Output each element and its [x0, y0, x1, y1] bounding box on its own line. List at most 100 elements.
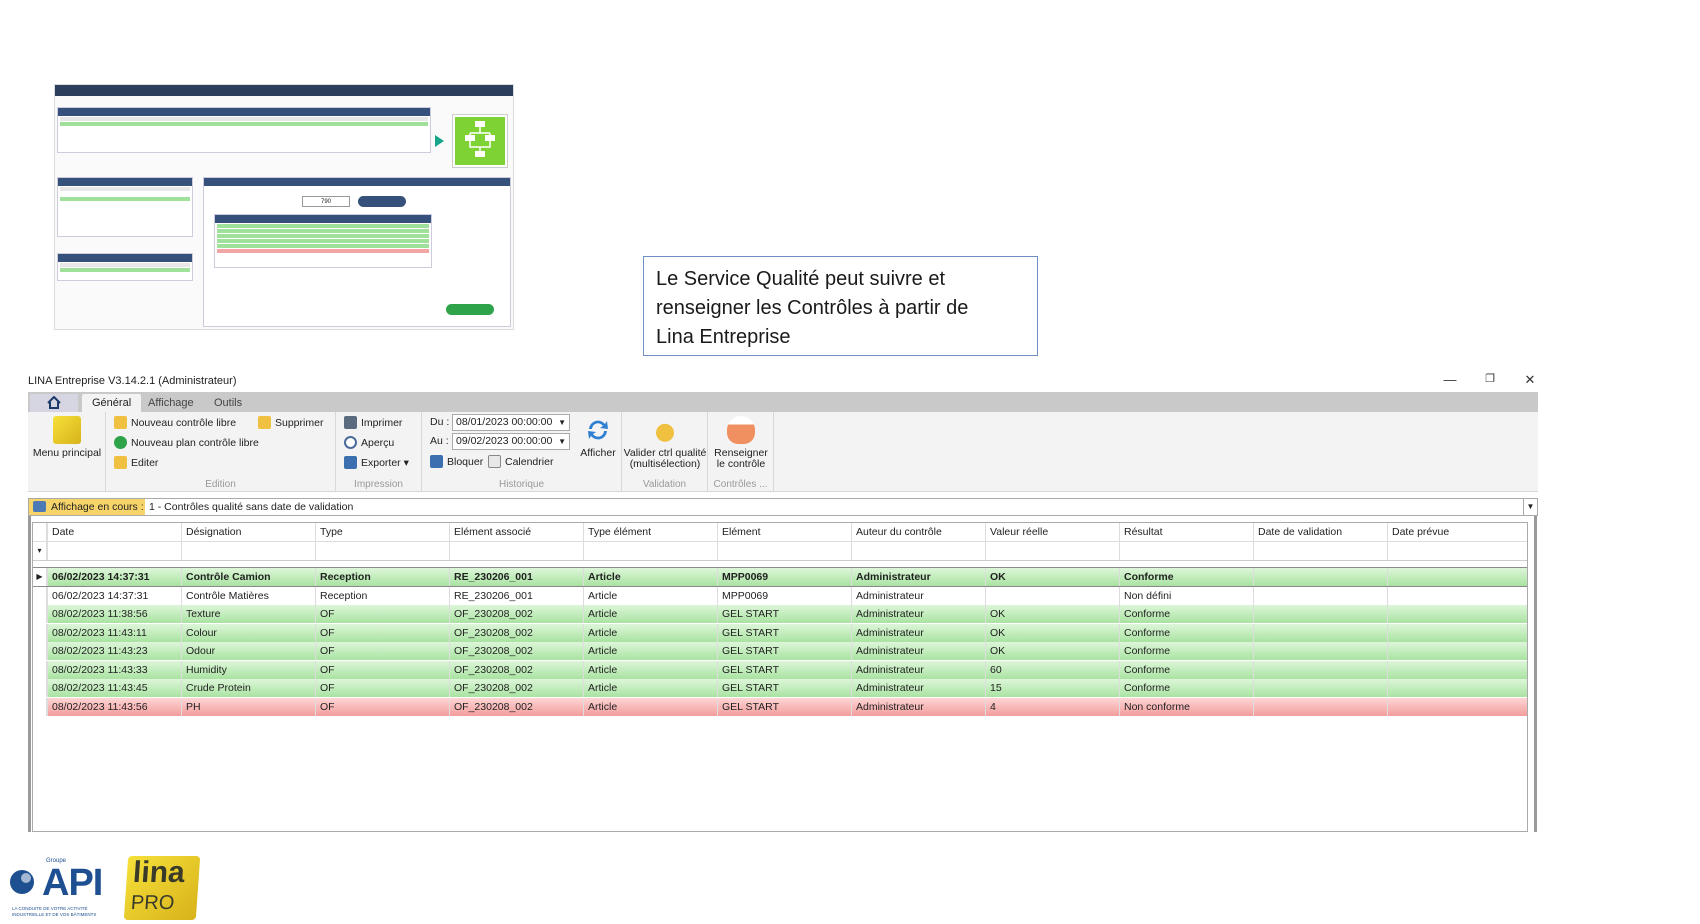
filter-cell[interactable]: [181, 542, 315, 560]
menu-principal-button[interactable]: Menu principal: [32, 416, 102, 459]
row-indicator[interactable]: [33, 605, 47, 623]
column-header[interactable]: Valeur réelle: [985, 523, 1119, 541]
table-row[interactable]: 06/02/2023 14:37:31 Contrôle Matières Rece…: [33, 586, 1527, 605]
row-indicator[interactable]: [33, 679, 47, 697]
table-cell: PH: [181, 697, 315, 716]
tab-general[interactable]: Général: [82, 394, 142, 412]
restore-button[interactable]: ❐: [1480, 372, 1500, 385]
printer-icon: [344, 416, 357, 429]
row-indicator[interactable]: [33, 660, 47, 679]
editer-button[interactable]: Editer: [114, 456, 158, 469]
filter-icon: ▾: [33, 542, 47, 560]
thumb-quantity-field: 790: [302, 196, 350, 207]
date-to-picker[interactable]: 09/02/2023 00:00:00 ▼: [452, 433, 570, 450]
tab-outils[interactable]: Outils: [204, 394, 252, 412]
tab-home[interactable]: [30, 394, 78, 412]
table-cell: 08/02/2023 11:38:56: [47, 605, 181, 623]
filter-cell[interactable]: [449, 542, 583, 560]
table-cell: Conforme: [1119, 679, 1253, 697]
column-header[interactable]: Date: [47, 523, 181, 541]
close-button[interactable]: ✕: [1520, 372, 1540, 388]
table-cell: GEL START: [717, 605, 851, 623]
table-cell: Reception: [315, 586, 449, 605]
grid-filter-row[interactable]: ▾: [33, 542, 1527, 561]
window-controls: — ❐ ✕: [1440, 372, 1540, 388]
table-cell: 4: [985, 697, 1119, 716]
valider-ctrl-qualite-button[interactable]: Valider ctrl qualité (multisélection): [622, 416, 708, 470]
table-cell: Administrateur: [851, 605, 985, 623]
column-header[interactable]: Type élément: [583, 523, 717, 541]
calendrier-button[interactable]: Calendrier: [488, 455, 553, 468]
du-label: Du :: [430, 416, 450, 428]
table-cell: Contrôle Camion: [181, 568, 315, 586]
table-cell: OF_230208_002: [449, 623, 583, 642]
row-selected-icon[interactable]: ▶: [33, 568, 47, 586]
bloquer-button[interactable]: Bloquer: [430, 455, 483, 468]
table-row[interactable]: 08/02/2023 11:43:45 Crude Protein OF OF_230…: [33, 679, 1527, 697]
filter-cell[interactable]: [47, 542, 181, 560]
table-cell: [1253, 679, 1387, 697]
table-cell: Odour: [181, 642, 315, 660]
table-cell: OF_230208_002: [449, 697, 583, 716]
nouveau-controle-libre-button[interactable]: Nouveau contrôle libre: [114, 416, 236, 429]
afficher-button[interactable]: Afficher: [576, 416, 620, 459]
date-from-picker[interactable]: 08/01/2023 00:00:00 ▼: [452, 414, 570, 431]
table-row[interactable]: 08/02/2023 11:38:56 Texture OF OF_230208_00…: [33, 605, 1527, 623]
table-cell: 06/02/2023 14:37:31: [47, 568, 181, 586]
display-selector[interactable]: Affichage en cours : 1 - Contrôles quali…: [28, 498, 1538, 516]
column-header[interactable]: Désignation: [181, 523, 315, 541]
column-header[interactable]: Elément associé: [449, 523, 583, 541]
thumb-fin-button: [446, 304, 494, 315]
table-cell: Administrateur: [851, 697, 985, 716]
group-controles: Renseigner le contrôle Contrôles ...: [708, 412, 774, 492]
table-cell: Texture: [181, 605, 315, 623]
column-header[interactable]: Elément: [717, 523, 851, 541]
row-indicator[interactable]: [33, 642, 47, 660]
table-row[interactable]: 08/02/2023 11:43:33 Humidity OF OF_230208_0…: [33, 660, 1527, 679]
table-cell: MPP0069: [717, 586, 851, 605]
filter-cell[interactable]: [315, 542, 449, 560]
tab-affichage[interactable]: Affichage: [138, 394, 204, 412]
column-header[interactable]: Date de validation: [1253, 523, 1387, 541]
apercu-button[interactable]: Aperçu: [344, 436, 394, 449]
table-row[interactable]: 08/02/2023 11:43:56 PH OF OF_230208_002 Arti…: [33, 697, 1527, 716]
imprimer-button[interactable]: Imprimer: [344, 416, 402, 429]
row-indicator[interactable]: [33, 623, 47, 642]
table-cell: OF_230208_002: [449, 642, 583, 660]
column-header[interactable]: Type: [315, 523, 449, 541]
row-indicator[interactable]: [33, 586, 47, 605]
table-cell: Conforme: [1119, 623, 1253, 642]
window-title: LINA Entreprise V3.14.2.1 (Administrateu…: [28, 375, 237, 387]
grid-header: Date Désignation Type Elément associé Type é…: [33, 523, 1527, 542]
row-indicator[interactable]: [33, 697, 47, 716]
renseigner-controle-button[interactable]: Renseigner le contrôle: [708, 416, 774, 470]
chevron-down-icon[interactable]: ▼: [1523, 499, 1537, 515]
chevron-down-icon: ▼: [558, 437, 566, 446]
table-cell: [1253, 605, 1387, 623]
nouveau-plan-controle-libre-button[interactable]: Nouveau plan contrôle libre: [114, 436, 259, 449]
column-header[interactable]: Auteur du contrôle: [851, 523, 985, 541]
filter-cell[interactable]: [985, 542, 1119, 560]
filter-cell[interactable]: [1119, 542, 1253, 560]
filter-cell[interactable]: [851, 542, 985, 560]
table-cell: [1253, 660, 1387, 679]
filter-cell[interactable]: [583, 542, 717, 560]
table-row[interactable]: 08/02/2023 11:43:23 Odour OF OF_230208_002 A…: [33, 642, 1527, 660]
filter-cell[interactable]: [1253, 542, 1387, 560]
api-logo: Groupe API LA CONDUITE DE VOTRE ACTIVITÉ…: [6, 858, 126, 920]
column-header[interactable]: Date prévue: [1387, 523, 1527, 541]
impression-group-label: Impression: [354, 479, 403, 490]
table-cell: OK: [985, 568, 1119, 586]
filter-cell[interactable]: [1387, 542, 1527, 560]
thumb-menu-bar: [55, 85, 513, 96]
filter-cell[interactable]: [717, 542, 851, 560]
supprimer-button[interactable]: Supprimer: [258, 416, 323, 429]
table-row[interactable]: 08/02/2023 11:43:11 Colour OF OF_230208_002…: [33, 623, 1527, 642]
exporter-button[interactable]: Exporter ▾: [344, 456, 409, 469]
column-header[interactable]: Résultat: [1119, 523, 1253, 541]
table-cell: Article: [583, 642, 717, 660]
api-tagline: LA CONDUITE DE VOTRE ACTIVITÉ INDUSTRIEL…: [12, 906, 97, 917]
table-row[interactable]: ▶ 06/02/2023 14:37:31 Contrôle Camion Recep…: [33, 567, 1527, 587]
add-plus-icon: [114, 436, 127, 449]
minimize-button[interactable]: —: [1440, 372, 1460, 387]
